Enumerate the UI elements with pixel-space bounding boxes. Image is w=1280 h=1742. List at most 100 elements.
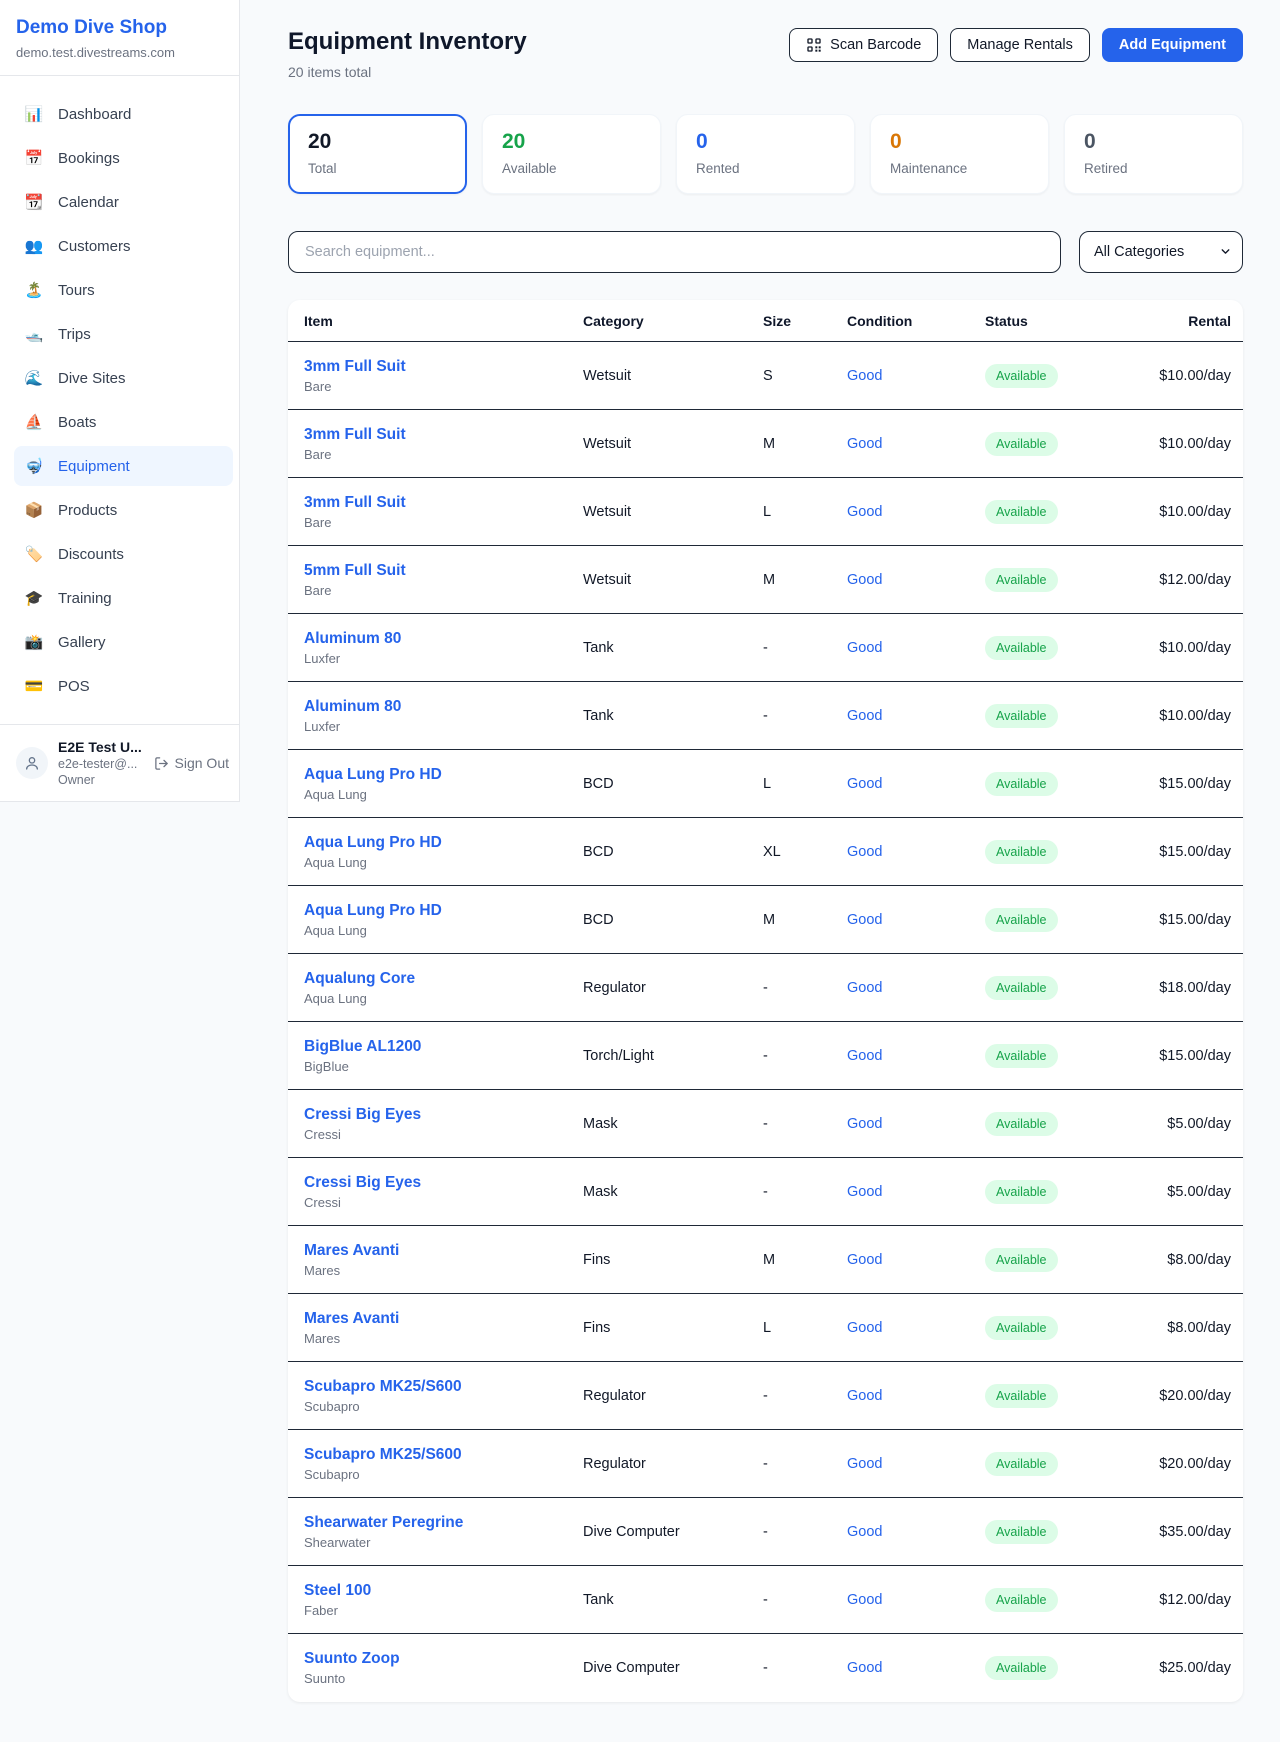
- barcode-scan-icon: [806, 37, 822, 53]
- item-name-link[interactable]: Cressi Big Eyes: [304, 1174, 583, 1192]
- item-name-link[interactable]: Mares Avanti: [304, 1242, 583, 1260]
- condition-link[interactable]: Good: [847, 980, 985, 996]
- category-select[interactable]: All Categories: [1079, 231, 1243, 273]
- item-name-link[interactable]: 3mm Full Suit: [304, 494, 583, 512]
- manage-rentals-label: Manage Rentals: [967, 37, 1073, 53]
- item-name-link[interactable]: Aluminum 80: [304, 698, 583, 716]
- sidebar-item[interactable]: 🌊 Dive Sites: [14, 358, 233, 398]
- item-name-link[interactable]: Scubapro MK25/S600: [304, 1446, 583, 1464]
- item-brand: Cressi: [304, 1127, 583, 1142]
- equipment-table: Item Category Size Condition Status Rent…: [288, 300, 1243, 1702]
- sidebar-item[interactable]: 📦 Products: [14, 490, 233, 530]
- table-row: 3mm Full Suit Bare Wetsuit M Good Availa…: [288, 410, 1243, 478]
- item-brand: Cressi: [304, 1195, 583, 1210]
- sidebar-item[interactable]: 📸 Gallery: [14, 622, 233, 662]
- status-badge: Available: [985, 840, 1058, 864]
- condition-link[interactable]: Good: [847, 912, 985, 928]
- avatar: [16, 747, 48, 779]
- item-name-link[interactable]: Aqualung Core: [304, 970, 583, 988]
- item-name-link[interactable]: Shearwater Peregrine: [304, 1514, 583, 1532]
- pos-icon: 💳: [24, 677, 44, 695]
- condition-link[interactable]: Good: [847, 572, 985, 588]
- item-cell: Aqua Lung Pro HD Aqua Lung: [304, 834, 583, 870]
- sidebar-item[interactable]: 🏷️ Discounts: [14, 534, 233, 574]
- rental-price: $15.00/day: [1115, 1048, 1231, 1064]
- table-row: Mares Avanti Mares Fins L Good Available…: [288, 1294, 1243, 1362]
- category-cell: BCD: [583, 844, 763, 860]
- category-cell: Fins: [583, 1252, 763, 1268]
- condition-link[interactable]: Good: [847, 1388, 985, 1404]
- condition-link[interactable]: Good: [847, 1456, 985, 1472]
- condition-link[interactable]: Good: [847, 1184, 985, 1200]
- condition-link[interactable]: Good: [847, 776, 985, 792]
- stat-card[interactable]: 0 Maintenance: [870, 114, 1049, 194]
- stat-card[interactable]: 0 Rented: [676, 114, 855, 194]
- condition-link[interactable]: Good: [847, 368, 985, 384]
- condition-link[interactable]: Good: [847, 844, 985, 860]
- stat-card[interactable]: 0 Retired: [1064, 114, 1243, 194]
- item-name-link[interactable]: Aqua Lung Pro HD: [304, 902, 583, 920]
- item-cell: Aluminum 80 Luxfer: [304, 698, 583, 734]
- scan-barcode-button[interactable]: Scan Barcode: [789, 28, 938, 62]
- item-name-link[interactable]: 3mm Full Suit: [304, 358, 583, 376]
- item-brand: Aqua Lung: [304, 787, 583, 802]
- item-name-link[interactable]: Mares Avanti: [304, 1310, 583, 1328]
- stat-card[interactable]: 20 Total: [288, 114, 467, 194]
- table-row: Steel 100 Faber Tank - Good Available $1…: [288, 1566, 1243, 1634]
- sidebar-item[interactable]: 📆 Calendar: [14, 182, 233, 222]
- item-brand: Bare: [304, 447, 583, 462]
- item-brand: Suunto: [304, 1671, 583, 1686]
- condition-link[interactable]: Good: [847, 1252, 985, 1268]
- sidebar-item[interactable]: 🏝️ Tours: [14, 270, 233, 310]
- condition-link[interactable]: Good: [847, 1116, 985, 1132]
- item-brand: Mares: [304, 1331, 583, 1346]
- status-cell: Available: [985, 1044, 1115, 1068]
- item-brand: Luxfer: [304, 651, 583, 666]
- condition-link[interactable]: Good: [847, 1524, 985, 1540]
- sign-out-label: Sign Out: [175, 755, 229, 771]
- table-row: Aqua Lung Pro HD Aqua Lung BCD M Good Av…: [288, 886, 1243, 954]
- item-name-link[interactable]: Steel 100: [304, 1582, 583, 1600]
- item-name-link[interactable]: 5mm Full Suit: [304, 562, 583, 580]
- item-name-link[interactable]: Scubapro MK25/S600: [304, 1378, 583, 1396]
- item-name-link[interactable]: Aluminum 80: [304, 630, 583, 648]
- sidebar-item[interactable]: 📅 Bookings: [14, 138, 233, 178]
- item-name-link[interactable]: Cressi Big Eyes: [304, 1106, 583, 1124]
- status-cell: Available: [985, 908, 1115, 932]
- condition-link[interactable]: Good: [847, 1320, 985, 1336]
- item-name-link[interactable]: BigBlue AL1200: [304, 1038, 583, 1056]
- condition-link[interactable]: Good: [847, 1660, 985, 1676]
- item-name-link[interactable]: Suunto Zoop: [304, 1650, 583, 1668]
- condition-link[interactable]: Good: [847, 1048, 985, 1064]
- rental-price: $35.00/day: [1115, 1524, 1231, 1540]
- stat-card[interactable]: 20 Available: [482, 114, 661, 194]
- sidebar-item[interactable]: 🛥️ Trips: [14, 314, 233, 354]
- category-cell: Regulator: [583, 1388, 763, 1404]
- condition-link[interactable]: Good: [847, 708, 985, 724]
- category-cell: Dive Computer: [583, 1524, 763, 1540]
- scan-barcode-label: Scan Barcode: [830, 37, 921, 53]
- sidebar-item[interactable]: 👥 Customers: [14, 226, 233, 266]
- status-cell: Available: [985, 1384, 1115, 1408]
- condition-link[interactable]: Good: [847, 504, 985, 520]
- search-input[interactable]: [288, 231, 1061, 273]
- add-equipment-button[interactable]: Add Equipment: [1102, 28, 1243, 62]
- item-name-link[interactable]: 3mm Full Suit: [304, 426, 583, 444]
- sign-out-button[interactable]: Sign Out: [154, 755, 231, 771]
- condition-link[interactable]: Good: [847, 1592, 985, 1608]
- manage-rentals-button[interactable]: Manage Rentals: [950, 28, 1090, 62]
- sidebar-item[interactable]: 🎓 Training: [14, 578, 233, 618]
- size-cell: XL: [763, 844, 847, 860]
- sidebar-item[interactable]: 🤿 Equipment: [14, 446, 233, 486]
- sidebar-item[interactable]: 📊 Dashboard: [14, 94, 233, 134]
- item-brand: Luxfer: [304, 719, 583, 734]
- condition-link[interactable]: Good: [847, 640, 985, 656]
- item-cell: Scubapro MK25/S600 Scubapro: [304, 1378, 583, 1414]
- size-cell: M: [763, 1252, 847, 1268]
- sidebar-item[interactable]: ⛵ Boats: [14, 402, 233, 442]
- category-select-wrap: All Categories: [1079, 231, 1243, 273]
- sidebar-item[interactable]: 💳 POS: [14, 666, 233, 706]
- item-name-link[interactable]: Aqua Lung Pro HD: [304, 766, 583, 784]
- item-name-link[interactable]: Aqua Lung Pro HD: [304, 834, 583, 852]
- condition-link[interactable]: Good: [847, 436, 985, 452]
